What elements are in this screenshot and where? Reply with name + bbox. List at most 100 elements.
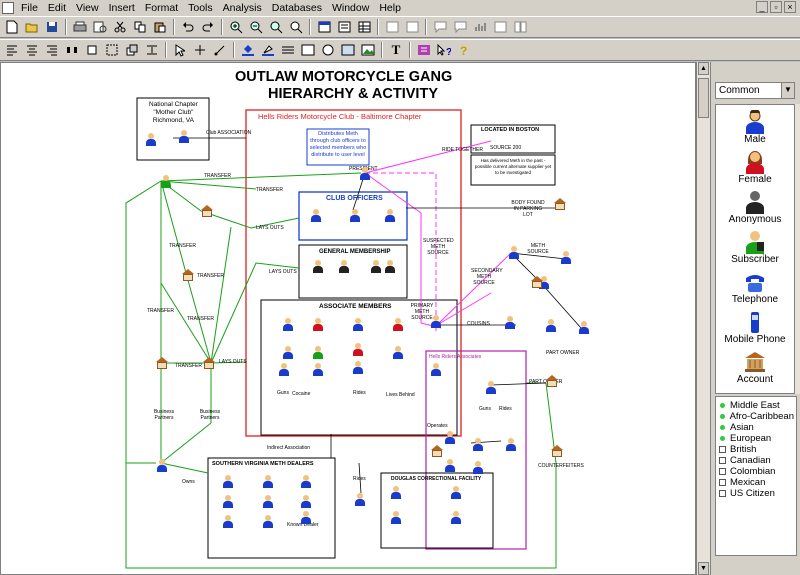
context-help-icon[interactable]: ? bbox=[435, 41, 453, 59]
palette-item-mobile-phone[interactable]: Mobile Phone bbox=[716, 305, 794, 345]
circle-icon[interactable] bbox=[319, 41, 337, 59]
palette-item-subscriber[interactable]: Subscriber bbox=[716, 225, 794, 265]
person-icon[interactable] bbox=[385, 260, 395, 273]
building-icon[interactable] bbox=[201, 205, 213, 217]
building-icon[interactable] bbox=[546, 375, 558, 387]
palette-category-select[interactable]: Common ▼ bbox=[715, 82, 795, 99]
menu-window[interactable]: Window bbox=[327, 2, 374, 14]
redo-icon[interactable] bbox=[199, 18, 217, 36]
zoom-in-icon[interactable] bbox=[227, 18, 245, 36]
building-icon[interactable] bbox=[156, 357, 168, 369]
chevron-down-icon[interactable]: ▼ bbox=[781, 83, 794, 98]
ethnicity-item[interactable]: Middle East bbox=[718, 400, 794, 411]
person-icon[interactable] bbox=[431, 363, 441, 376]
attributes-icon[interactable] bbox=[415, 41, 433, 59]
open-icon[interactable] bbox=[23, 18, 41, 36]
ethnicity-item[interactable]: Asian bbox=[718, 422, 794, 433]
person-icon[interactable] bbox=[353, 318, 363, 331]
align-left-icon[interactable] bbox=[3, 41, 21, 59]
order-icon[interactable] bbox=[123, 41, 141, 59]
building-icon[interactable] bbox=[182, 269, 194, 281]
bars-icon[interactable] bbox=[471, 18, 489, 36]
checked-dot-icon[interactable] bbox=[720, 403, 725, 408]
person-icon[interactable] bbox=[431, 315, 441, 328]
person-icon[interactable] bbox=[445, 459, 455, 472]
checkbox[interactable] bbox=[719, 490, 726, 497]
comment-icon[interactable] bbox=[431, 18, 449, 36]
building-icon[interactable] bbox=[551, 445, 563, 457]
palette-scrollbar[interactable] bbox=[795, 104, 800, 394]
comment2-icon[interactable] bbox=[451, 18, 469, 36]
person-icon[interactable] bbox=[301, 511, 311, 524]
person-icon[interactable] bbox=[263, 495, 273, 508]
scroll-thumb[interactable] bbox=[698, 78, 709, 118]
person-icon[interactable] bbox=[391, 486, 401, 499]
person-icon[interactable] bbox=[393, 318, 403, 331]
palette-item-telephone[interactable]: Telephone bbox=[716, 265, 794, 305]
checkbox[interactable] bbox=[719, 479, 726, 486]
palette-item-account[interactable]: Account bbox=[716, 345, 794, 385]
app-icon[interactable] bbox=[2, 2, 14, 14]
line-style-icon[interactable] bbox=[279, 41, 297, 59]
text-icon[interactable]: T bbox=[387, 41, 405, 59]
person-icon[interactable] bbox=[385, 209, 395, 222]
person-icon[interactable] bbox=[509, 246, 519, 259]
close-button[interactable]: × bbox=[784, 1, 796, 13]
menu-format[interactable]: Format bbox=[140, 2, 183, 14]
person-icon[interactable] bbox=[223, 515, 233, 528]
person-icon[interactable] bbox=[339, 260, 349, 273]
menu-help[interactable]: Help bbox=[374, 2, 406, 14]
person-icon[interactable] bbox=[179, 130, 189, 143]
person-icon[interactable] bbox=[313, 260, 323, 273]
undo-icon[interactable] bbox=[179, 18, 197, 36]
list2-icon[interactable] bbox=[403, 18, 421, 36]
print-icon[interactable] bbox=[71, 18, 89, 36]
person-icon[interactable] bbox=[283, 346, 293, 359]
scroll-down-icon[interactable]: ▼ bbox=[698, 562, 709, 575]
copy-icon[interactable] bbox=[131, 18, 149, 36]
person-icon[interactable] bbox=[161, 175, 171, 188]
person-icon[interactable] bbox=[506, 438, 516, 451]
person-icon[interactable] bbox=[391, 511, 401, 524]
frame-icon[interactable] bbox=[339, 41, 357, 59]
menu-tools[interactable]: Tools bbox=[183, 2, 218, 14]
building-icon[interactable] bbox=[203, 357, 215, 369]
person-icon[interactable] bbox=[451, 511, 461, 524]
person-icon[interactable] bbox=[579, 321, 589, 334]
palette-item-female[interactable]: Female bbox=[716, 145, 794, 185]
window-icon[interactable] bbox=[491, 18, 509, 36]
palette-item-anonymous[interactable]: Anonymous bbox=[716, 185, 794, 225]
checkbox[interactable] bbox=[719, 446, 726, 453]
ethnicity-item[interactable]: Afro-Caribbean bbox=[718, 411, 794, 422]
person-icon[interactable] bbox=[263, 475, 273, 488]
grid-icon[interactable] bbox=[315, 18, 333, 36]
menu-analysis[interactable]: Analysis bbox=[218, 2, 267, 14]
distribute-icon[interactable] bbox=[63, 41, 81, 59]
align-right-icon[interactable] bbox=[43, 41, 61, 59]
ethnicity-item[interactable]: US Citizen bbox=[718, 488, 794, 499]
person-icon[interactable] bbox=[371, 260, 381, 273]
person-icon[interactable] bbox=[353, 361, 363, 374]
tile-icon[interactable] bbox=[511, 18, 529, 36]
person-icon[interactable] bbox=[353, 343, 363, 356]
cross-icon[interactable] bbox=[191, 41, 209, 59]
menu-databases[interactable]: Databases bbox=[267, 2, 327, 14]
menu-view[interactable]: View bbox=[71, 2, 104, 14]
person-icon[interactable] bbox=[473, 461, 483, 474]
person-icon[interactable] bbox=[355, 493, 365, 506]
align-center-icon[interactable] bbox=[23, 41, 41, 59]
building-icon[interactable] bbox=[531, 276, 543, 288]
palette-item-male[interactable]: Male bbox=[716, 105, 794, 145]
group-icon[interactable] bbox=[103, 41, 121, 59]
layout-icon[interactable] bbox=[335, 18, 353, 36]
person-icon[interactable] bbox=[546, 319, 556, 332]
menu-edit[interactable]: Edit bbox=[43, 2, 71, 14]
list-icon[interactable] bbox=[383, 18, 401, 36]
person-icon[interactable] bbox=[223, 495, 233, 508]
link-icon[interactable] bbox=[211, 41, 229, 59]
line-color-icon[interactable] bbox=[259, 41, 277, 59]
person-icon[interactable] bbox=[223, 475, 233, 488]
person-icon[interactable] bbox=[473, 438, 483, 451]
image-icon[interactable] bbox=[359, 41, 377, 59]
save-icon[interactable] bbox=[43, 18, 61, 36]
